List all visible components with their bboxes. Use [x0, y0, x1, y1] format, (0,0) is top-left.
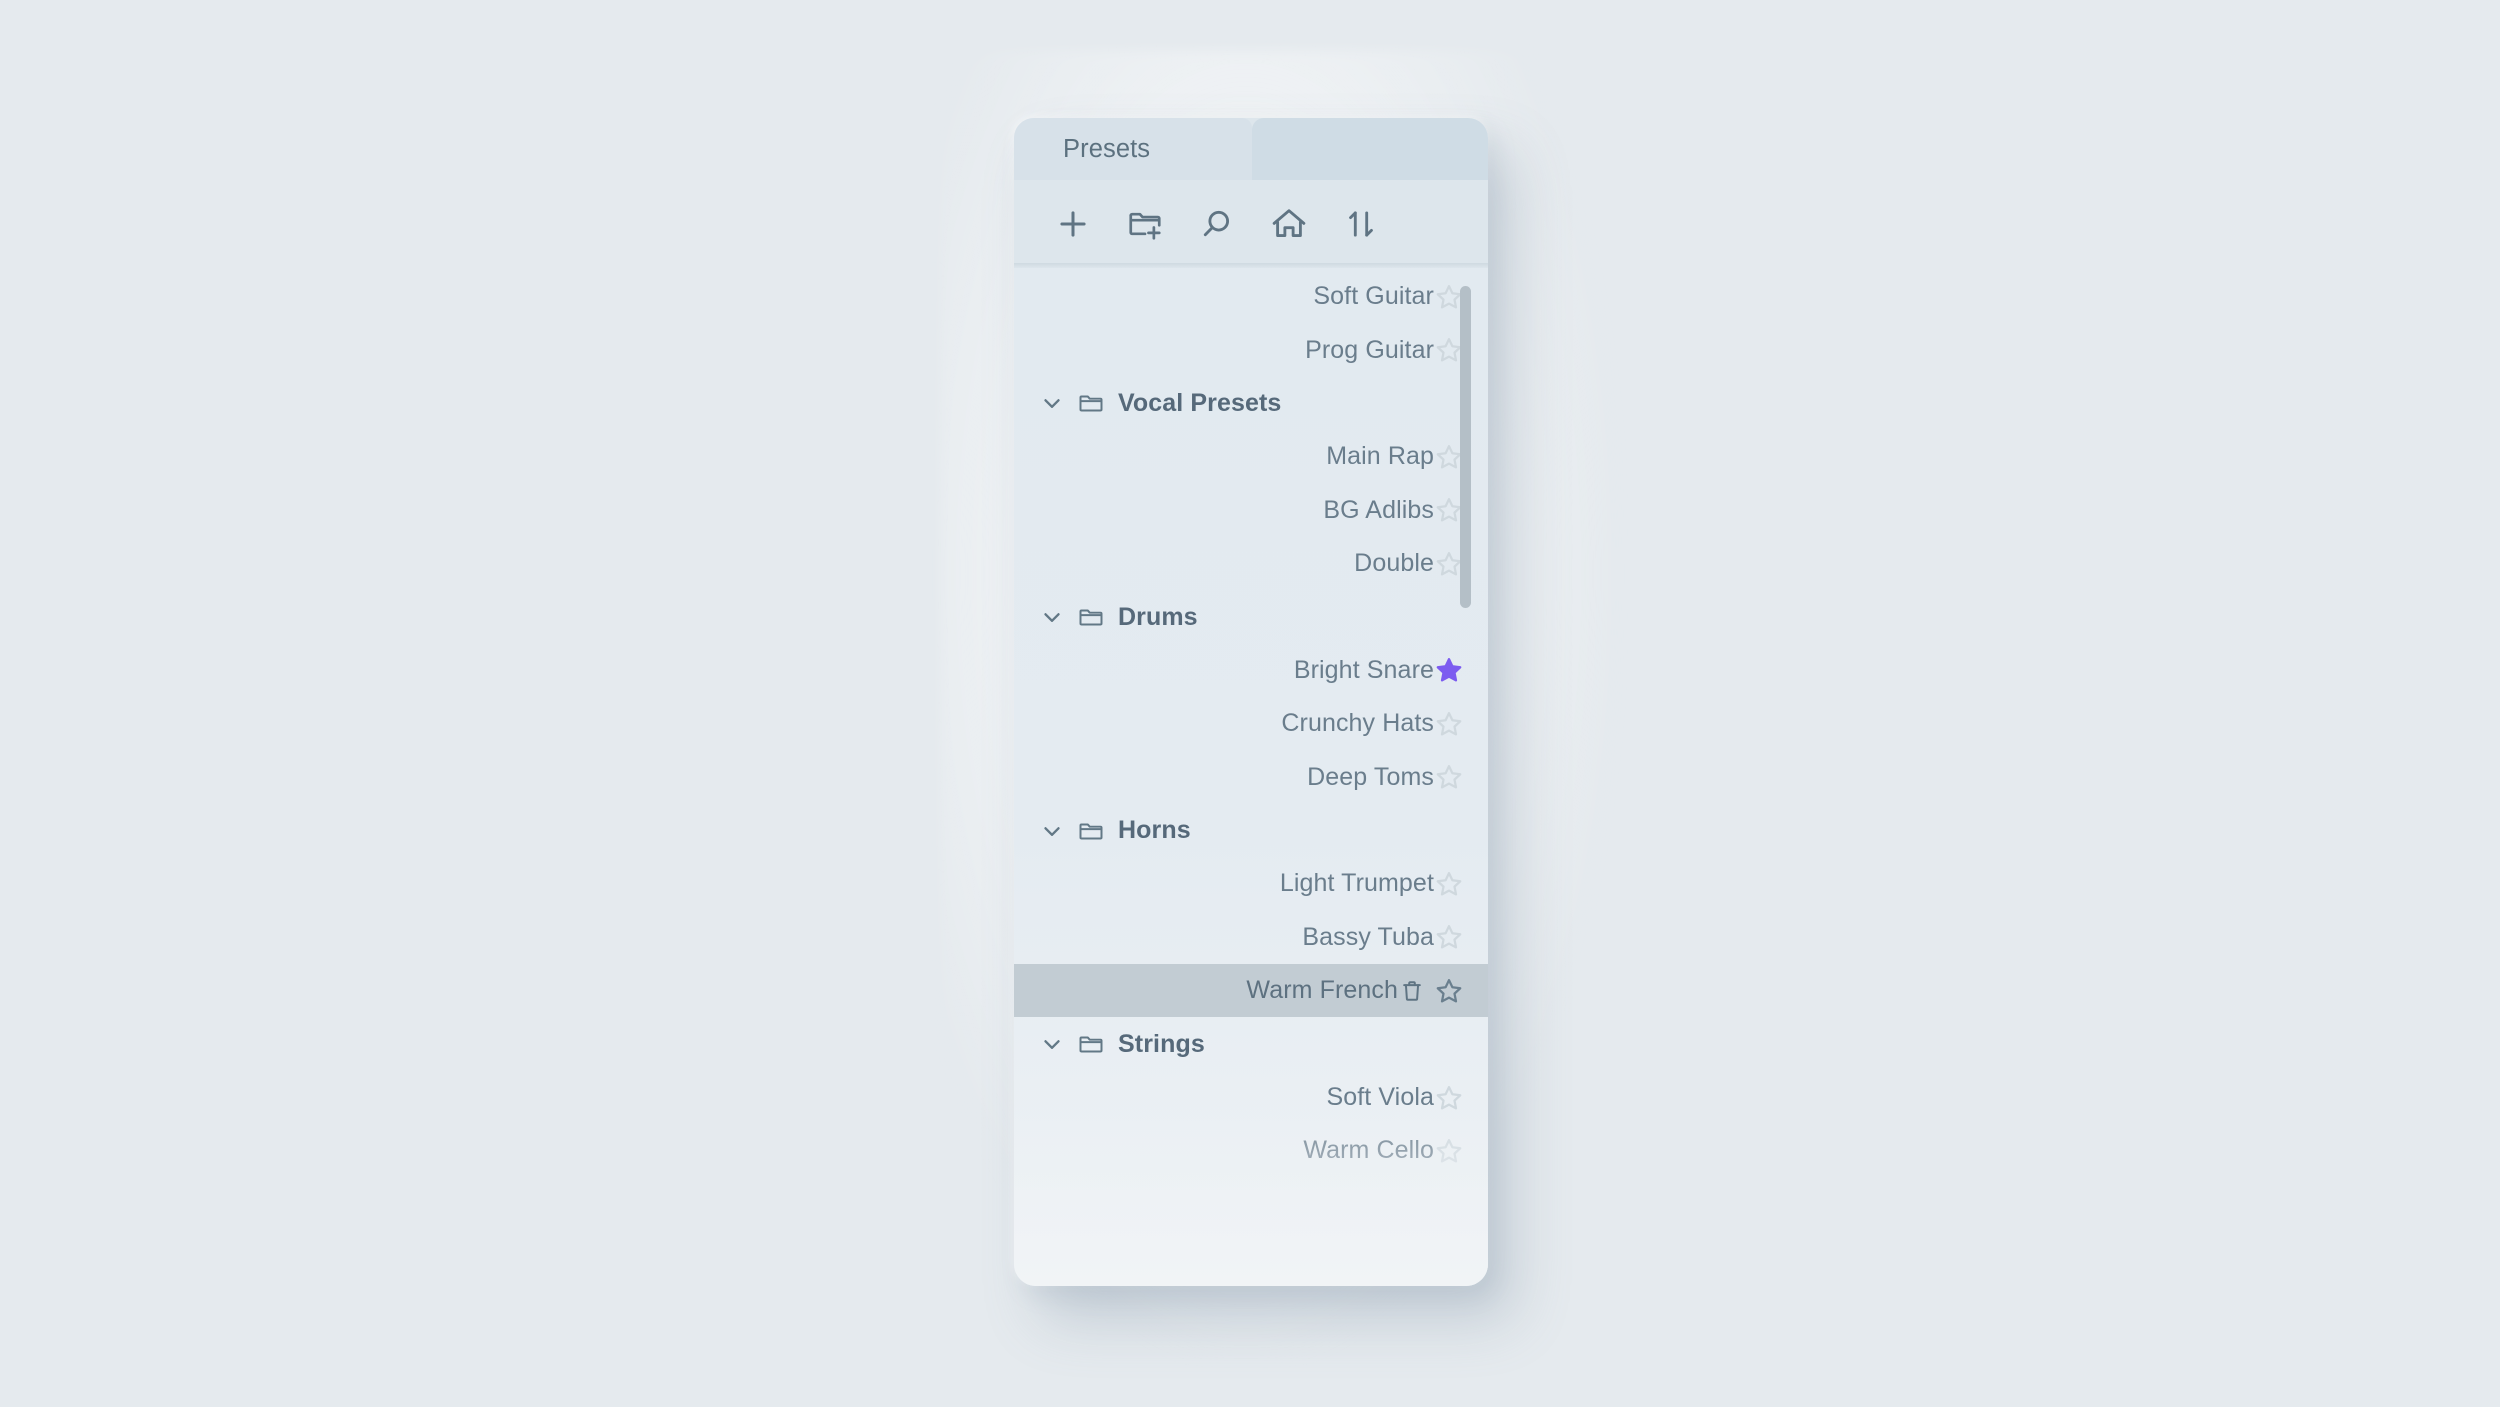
folder-label: Vocal Presets — [1118, 388, 1282, 417]
folder-label: Drums — [1118, 602, 1198, 631]
preset-row[interactable]: Deep Toms — [1014, 751, 1488, 804]
preset-row[interactable]: Main Rap — [1014, 430, 1488, 483]
row-actions — [1434, 709, 1488, 739]
folder-row[interactable]: Horns — [1014, 804, 1488, 857]
preset-row-selected[interactable]: Warm French — [1014, 964, 1488, 1018]
preset-label: Bright Snare — [1293, 655, 1434, 684]
chevron-down-icon[interactable] — [1039, 1031, 1065, 1057]
chevron-down-icon[interactable] — [1039, 604, 1065, 630]
preset-label: Light Trumpet — [1279, 869, 1434, 898]
row-actions — [1434, 922, 1488, 952]
star-outline-icon[interactable] — [1434, 762, 1464, 792]
star-outline-icon[interactable] — [1434, 709, 1464, 739]
preset-browser-panel: Presets Soft Guitar Prog Guitar Vocal Pr… — [1014, 118, 1488, 1286]
row-actions — [1434, 869, 1488, 899]
star-outline-icon[interactable] — [1434, 976, 1464, 1006]
row-actions — [1434, 442, 1488, 472]
star-outline-icon[interactable] — [1434, 549, 1464, 579]
star-outline-icon[interactable] — [1434, 442, 1464, 472]
preset-label: Crunchy Hats — [1281, 709, 1434, 738]
folder-plus-icon — [1126, 205, 1164, 243]
preset-list-container: Soft Guitar Prog Guitar Vocal Presets Main … — [1014, 268, 1488, 1286]
preset-list: Soft Guitar Prog Guitar Vocal Presets Main … — [1014, 268, 1488, 1178]
star-outline-icon[interactable] — [1434, 922, 1464, 952]
star-outline-icon[interactable] — [1434, 1136, 1464, 1166]
star-outline-icon[interactable] — [1434, 1083, 1464, 1113]
row-actions — [1434, 549, 1488, 579]
tab-presets-label: Presets — [1063, 134, 1151, 163]
tab-secondary[interactable] — [1252, 118, 1488, 180]
search-button[interactable] — [1192, 199, 1242, 249]
row-actions — [1434, 282, 1488, 312]
trash-icon[interactable] — [1398, 977, 1426, 1005]
preset-row[interactable]: Prog Guitar — [1014, 323, 1488, 376]
tab-strip: Presets — [1014, 118, 1488, 180]
row-actions — [1434, 335, 1488, 365]
preset-row[interactable]: Bassy Tuba — [1014, 911, 1488, 964]
star-filled-icon[interactable] — [1434, 655, 1464, 685]
preset-row[interactable]: Double — [1014, 537, 1488, 590]
home-button[interactable] — [1264, 199, 1314, 249]
new-folder-button[interactable] — [1120, 199, 1170, 249]
preset-row[interactable]: Crunchy Hats — [1014, 697, 1488, 750]
folder-icon — [1077, 1030, 1105, 1058]
plus-icon — [1054, 205, 1092, 243]
preset-label: Soft Guitar — [1313, 282, 1434, 311]
folder-row[interactable]: Vocal Presets — [1014, 377, 1488, 430]
folder-row[interactable]: Strings — [1014, 1017, 1488, 1070]
folder-row[interactable]: Drums — [1014, 590, 1488, 643]
row-actions — [1398, 976, 1488, 1006]
preset-label: Bassy Tuba — [1302, 922, 1434, 951]
preset-row[interactable]: Soft Viola — [1014, 1071, 1488, 1124]
chevron-down-icon[interactable] — [1039, 818, 1065, 844]
folder-icon — [1077, 389, 1105, 417]
folder-label: Horns — [1118, 816, 1191, 845]
preset-row[interactable]: Soft Guitar — [1014, 270, 1488, 323]
preset-label: Deep Toms — [1307, 762, 1434, 791]
tab-presets[interactable]: Presets — [1014, 118, 1252, 180]
preset-label: Warm French — [1246, 976, 1398, 1005]
preset-label: Main Rap — [1326, 442, 1434, 471]
add-preset-button[interactable] — [1048, 199, 1098, 249]
folder-label: Strings — [1118, 1029, 1205, 1058]
folder-icon — [1077, 817, 1105, 845]
row-actions — [1434, 762, 1488, 792]
row-actions — [1434, 655, 1488, 685]
star-outline-icon[interactable] — [1434, 495, 1464, 525]
preset-row[interactable]: Bright Snare — [1014, 644, 1488, 697]
preset-label: Double — [1354, 549, 1434, 578]
preset-toolbar — [1014, 180, 1488, 268]
sort-arrows-icon — [1342, 205, 1380, 243]
chevron-down-icon[interactable] — [1039, 390, 1065, 416]
sort-button[interactable] — [1336, 199, 1386, 249]
row-actions — [1434, 1083, 1488, 1113]
preset-label: Soft Viola — [1326, 1083, 1434, 1112]
preset-row[interactable]: Warm Cello — [1014, 1124, 1488, 1177]
preset-row[interactable]: BG Adlibs — [1014, 484, 1488, 537]
row-actions — [1434, 495, 1488, 525]
row-actions — [1434, 1136, 1488, 1166]
star-outline-icon[interactable] — [1434, 282, 1464, 312]
preset-label: BG Adlibs — [1323, 495, 1434, 524]
star-outline-icon[interactable] — [1434, 335, 1464, 365]
folder-icon — [1077, 603, 1105, 631]
home-icon — [1270, 205, 1308, 243]
preset-label: Warm Cello — [1303, 1136, 1434, 1165]
star-outline-icon[interactable] — [1434, 869, 1464, 899]
preset-label: Prog Guitar — [1305, 335, 1434, 364]
search-icon — [1198, 205, 1236, 243]
preset-row[interactable]: Light Trumpet — [1014, 857, 1488, 910]
